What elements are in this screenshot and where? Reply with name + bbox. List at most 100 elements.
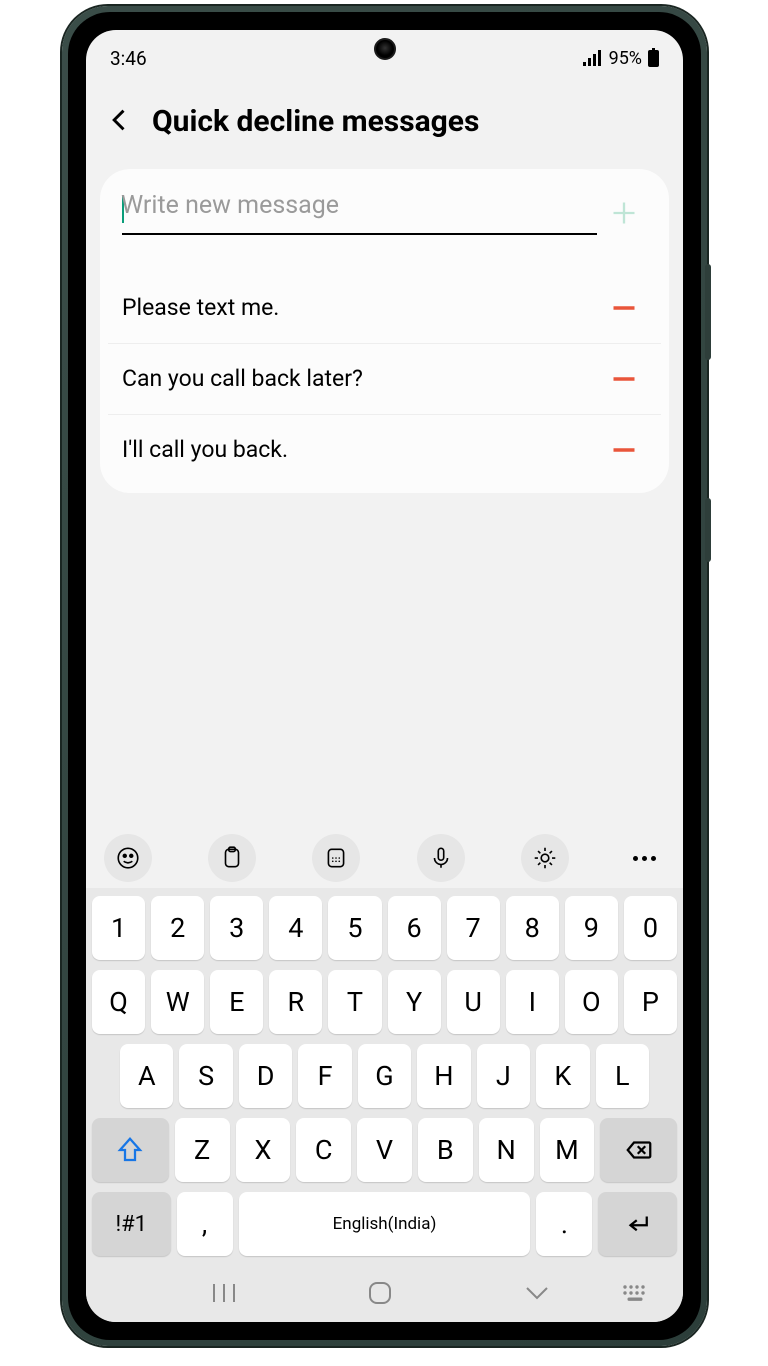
key-7[interactable]: 7 — [447, 896, 500, 960]
phone-bezel: 3:46 95% Quick decline messa — [68, 12, 701, 1340]
screen: 3:46 95% Quick decline messa — [86, 30, 683, 1322]
back-button[interactable] — [106, 106, 134, 138]
plus-icon — [610, 199, 638, 227]
key-period[interactable]: . — [536, 1192, 592, 1256]
message-item[interactable]: Please text me. — [108, 273, 661, 344]
key-3[interactable]: 3 — [210, 896, 263, 960]
key-x[interactable]: X — [236, 1118, 291, 1182]
key-a[interactable]: A — [120, 1044, 173, 1108]
kb-row-asdf: A S D F G H J K L — [92, 1044, 677, 1108]
keyboard: 1 2 3 4 5 6 7 8 9 0 Q W E R T Y — [86, 888, 683, 1264]
key-shift[interactable] — [92, 1118, 169, 1182]
key-p[interactable]: P — [624, 970, 677, 1034]
front-camera — [374, 38, 396, 60]
message-text: Can you call back later? — [122, 365, 363, 392]
key-5[interactable]: 5 — [328, 896, 381, 960]
key-o[interactable]: O — [565, 970, 618, 1034]
key-n[interactable]: N — [479, 1118, 534, 1182]
key-space[interactable]: English(India) — [239, 1192, 531, 1256]
keyboard-settings-button[interactable] — [521, 834, 569, 882]
mic-icon — [428, 845, 454, 871]
key-v[interactable]: V — [357, 1118, 412, 1182]
remove-message-button[interactable] — [609, 293, 639, 323]
kb-row-qwerty: Q W E R T Y U I O P — [92, 970, 677, 1034]
side-button-power — [705, 498, 711, 562]
key-9[interactable]: 9 — [565, 896, 618, 960]
key-6[interactable]: 6 — [388, 896, 441, 960]
kb-row-bottom: !#1 , English(India) . — [92, 1192, 677, 1256]
message-text: I'll call you back. — [122, 436, 288, 463]
signal-icon — [583, 50, 603, 66]
message-text: Please text me. — [122, 294, 279, 321]
keyboard-toolbar — [86, 826, 683, 888]
nav-home[interactable] — [302, 1280, 458, 1306]
key-m[interactable]: M — [540, 1118, 595, 1182]
nav-bar — [86, 1264, 683, 1322]
minus-icon — [610, 365, 638, 393]
key-t[interactable]: T — [328, 970, 381, 1034]
key-j[interactable]: J — [477, 1044, 530, 1108]
key-q[interactable]: Q — [92, 970, 145, 1034]
remove-message-button[interactable] — [609, 435, 639, 465]
kb-row-zxcv: Z X C V B N M — [92, 1118, 677, 1182]
add-message-button[interactable] — [609, 198, 639, 228]
key-z[interactable]: Z — [175, 1118, 230, 1182]
key-e[interactable]: E — [210, 970, 263, 1034]
key-y[interactable]: Y — [388, 970, 441, 1034]
clipboard-icon — [219, 845, 245, 871]
message-item[interactable]: Can you call back later? — [108, 344, 661, 415]
nav-keyboard-switch[interactable] — [615, 1284, 655, 1302]
key-0[interactable]: 0 — [624, 896, 677, 960]
key-d[interactable]: D — [239, 1044, 292, 1108]
new-message-row: Write new message — [108, 191, 661, 235]
key-k[interactable]: K — [536, 1044, 589, 1108]
key-l[interactable]: L — [596, 1044, 649, 1108]
emoji-icon — [115, 845, 141, 871]
key-4[interactable]: 4 — [269, 896, 322, 960]
shift-icon — [115, 1135, 145, 1165]
message-item[interactable]: I'll call you back. — [108, 415, 661, 485]
page-title: Quick decline messages — [152, 104, 479, 139]
home-icon — [367, 1280, 393, 1306]
keyboard-more-button[interactable] — [625, 856, 665, 861]
status-right: 95% — [583, 48, 659, 69]
page-header: Quick decline messages — [86, 86, 683, 169]
key-symbols[interactable]: !#1 — [92, 1192, 171, 1256]
key-1[interactable]: 1 — [92, 896, 145, 960]
key-comma[interactable]: , — [177, 1192, 233, 1256]
key-f[interactable]: F — [298, 1044, 351, 1108]
key-g[interactable]: G — [358, 1044, 411, 1108]
side-button-volume — [705, 264, 711, 360]
status-time: 3:46 — [110, 47, 147, 70]
key-s[interactable]: S — [179, 1044, 232, 1108]
key-8[interactable]: 8 — [506, 896, 559, 960]
key-w[interactable]: W — [151, 970, 204, 1034]
message-list: Please text me. Can you call back later?… — [108, 273, 661, 485]
battery-percent: 95% — [609, 48, 642, 69]
key-c[interactable]: C — [296, 1118, 351, 1182]
key-h[interactable]: H — [417, 1044, 470, 1108]
minus-icon — [610, 436, 638, 464]
keyboard-switch-icon — [622, 1284, 648, 1302]
key-i[interactable]: I — [506, 970, 559, 1034]
key-backspace[interactable] — [600, 1118, 677, 1182]
remove-message-button[interactable] — [609, 364, 639, 394]
voice-input-button[interactable] — [417, 834, 465, 882]
textpad-button[interactable] — [312, 834, 360, 882]
new-message-input[interactable]: Write new message — [122, 191, 597, 235]
chevron-left-icon — [106, 106, 134, 134]
key-b[interactable]: B — [418, 1118, 473, 1182]
clipboard-button[interactable] — [208, 834, 256, 882]
recents-icon — [210, 1282, 238, 1304]
battery-icon — [648, 50, 659, 67]
textpad-icon — [323, 845, 349, 871]
key-r[interactable]: R — [269, 970, 322, 1034]
backspace-icon — [624, 1135, 654, 1165]
gear-icon — [532, 845, 558, 871]
nav-back[interactable] — [459, 1283, 615, 1303]
nav-recents[interactable] — [146, 1282, 302, 1304]
key-enter[interactable] — [598, 1192, 677, 1256]
key-u[interactable]: U — [447, 970, 500, 1034]
emoji-button[interactable] — [104, 834, 152, 882]
key-2[interactable]: 2 — [151, 896, 204, 960]
